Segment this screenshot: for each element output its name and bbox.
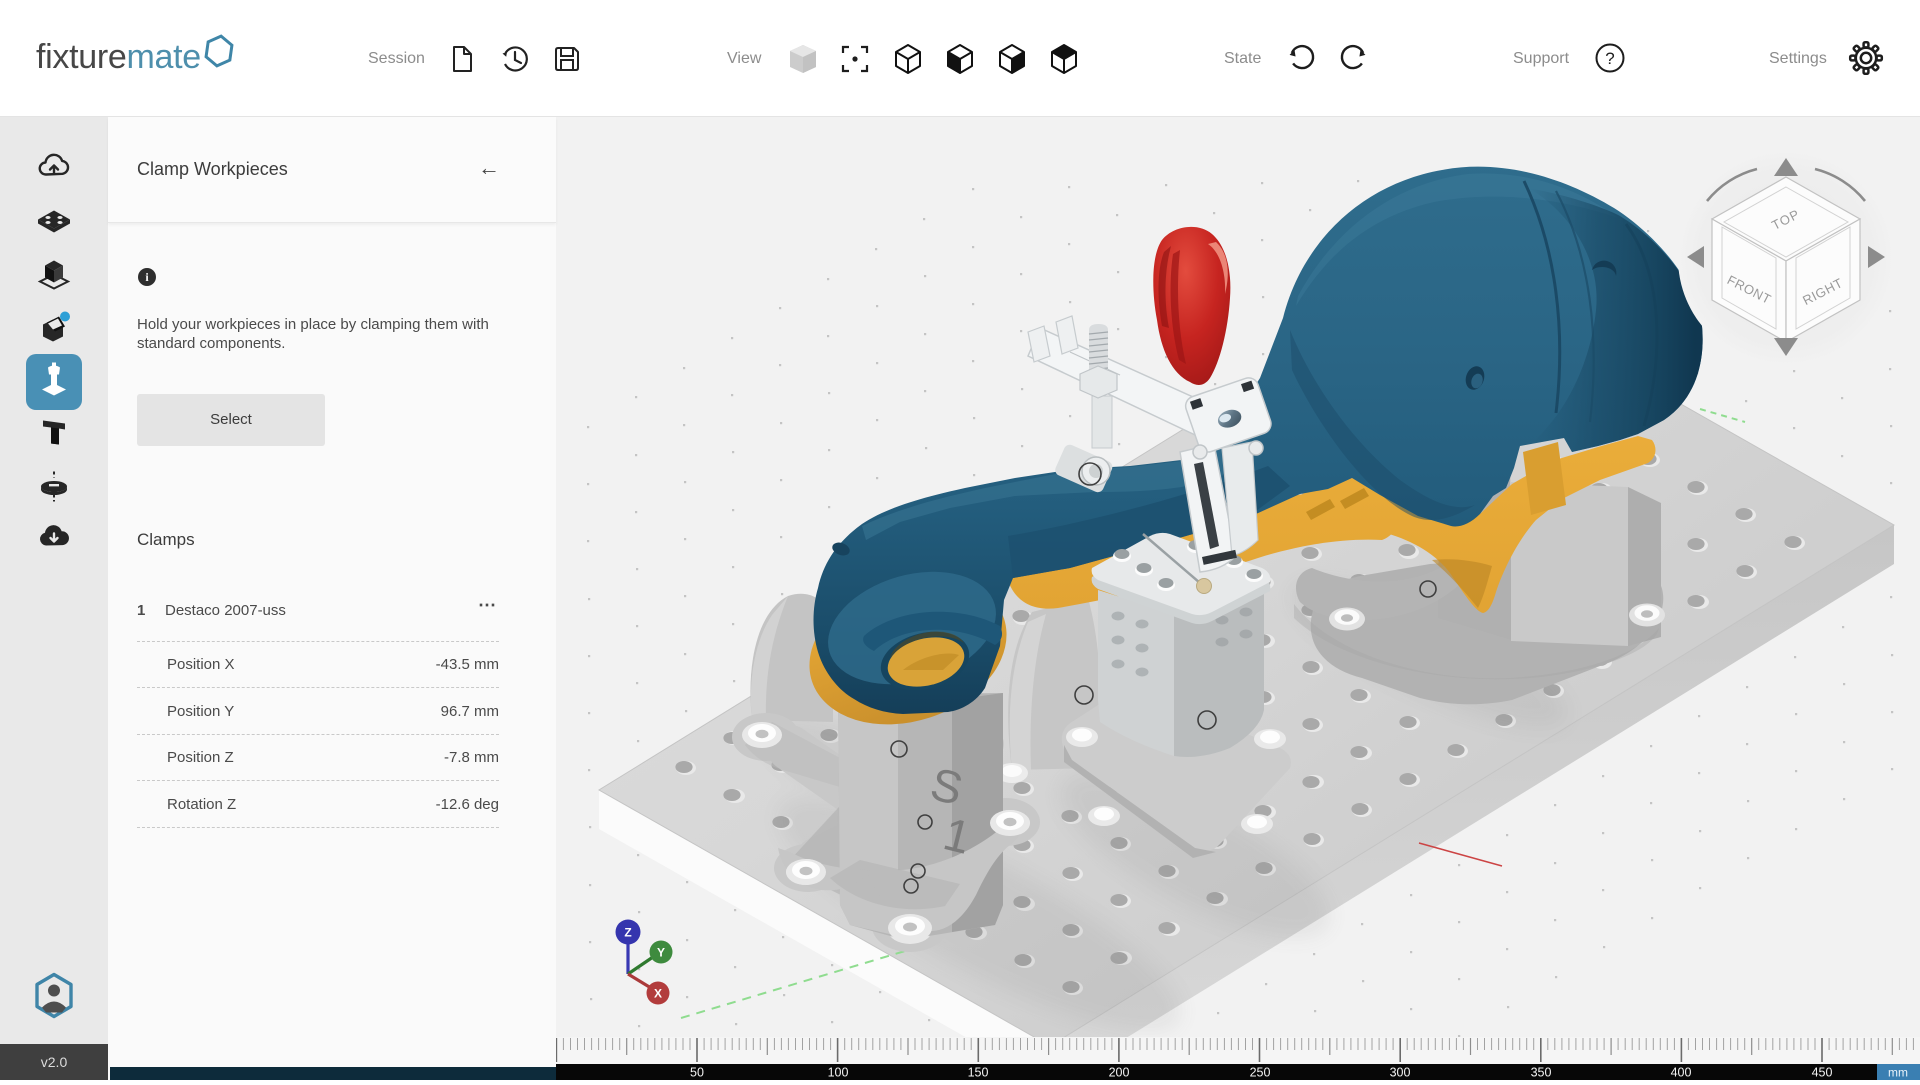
- svg-text:mm: mm: [1888, 1066, 1908, 1080]
- svg-text:450: 450: [1812, 1066, 1833, 1080]
- svg-text:350: 350: [1531, 1066, 1552, 1080]
- svg-text:150: 150: [968, 1066, 989, 1080]
- svg-text:X: X: [654, 987, 662, 1001]
- svg-text:Y: Y: [657, 946, 665, 960]
- svg-text:400: 400: [1671, 1066, 1692, 1080]
- svg-text:200: 200: [1109, 1066, 1130, 1080]
- svg-text:300: 300: [1390, 1066, 1411, 1080]
- svg-text:50: 50: [690, 1066, 704, 1080]
- svg-text:250: 250: [1250, 1066, 1271, 1080]
- svg-text:100: 100: [828, 1066, 849, 1080]
- svg-text:Z: Z: [624, 926, 631, 940]
- svg-text:?: ?: [1605, 49, 1614, 68]
